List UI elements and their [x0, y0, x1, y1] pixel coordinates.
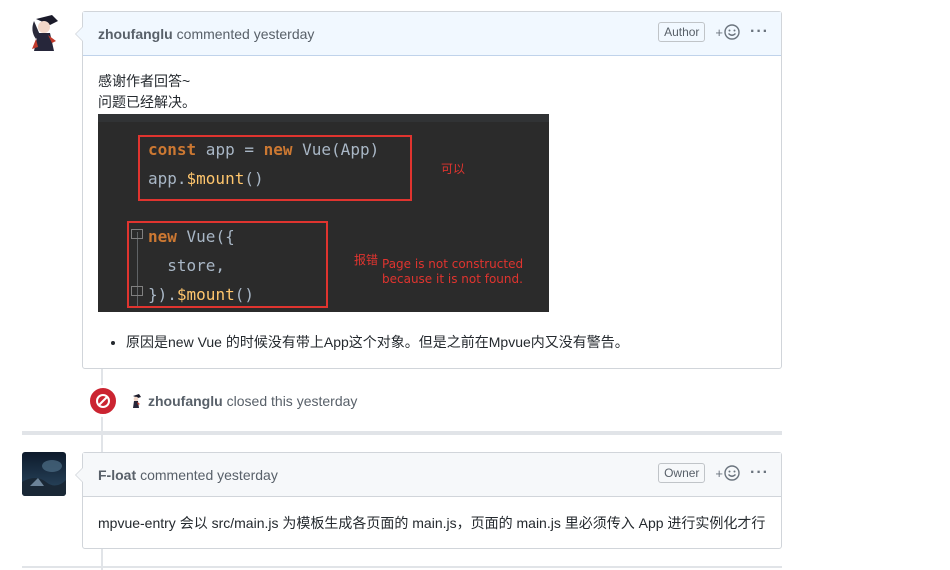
mini-avatar-icon[interactable]: [128, 393, 144, 409]
comment-body: 感谢作者回答~ 问题已经解决。 const app = new Vue(App)…: [83, 56, 781, 368]
event-author[interactable]: zhoufanglu: [148, 393, 223, 409]
add-reaction-button[interactable]: +: [715, 465, 740, 481]
kebab-icon[interactable]: ···: [750, 23, 769, 41]
fold-marker-icon: [131, 229, 143, 239]
closed-event: zhoufanglu closed this yesterday: [88, 385, 357, 417]
comment-header: F-loat commented yesterday Owner + ···: [75, 453, 781, 497]
avatar-f-loat[interactable]: [22, 452, 66, 496]
annotation-error: 报错: [354, 253, 379, 267]
smiley-icon: [724, 465, 740, 481]
comment-author[interactable]: F-loat: [98, 467, 136, 483]
event-text: closed this yesterday: [226, 393, 358, 409]
closed-badge: [88, 386, 118, 416]
plus-label: +: [715, 24, 724, 40]
code-line-3: new Vue({: [148, 227, 235, 246]
editor-top-bar: [98, 114, 549, 122]
comment-card-f-loat: F-loat commented yesterday Owner + ··· m…: [75, 452, 782, 549]
timeline-divider: [22, 431, 782, 435]
body-text: mpvue-entry 会以 src/main.js 为模板生成各页面的 mai…: [98, 515, 766, 531]
timeline-divider: [22, 566, 782, 568]
code-line-2: app.$mount(): [148, 169, 264, 188]
comment-card-zhoufanglu: zhoufanglu commented yesterday Author + …: [75, 11, 782, 369]
error-message-line-2: because it is not found.: [382, 272, 523, 286]
add-reaction-button[interactable]: +: [715, 24, 740, 40]
closed-icon: [96, 394, 110, 408]
comment-body: mpvue-entry 会以 src/main.js 为模板生成各页面的 mai…: [83, 497, 781, 549]
smiley-icon: [724, 24, 740, 40]
annotation-ok: 可以: [441, 162, 466, 176]
comment-timestamp[interactable]: commented yesterday: [140, 467, 278, 483]
error-message-line-1: Page is not constructed: [382, 257, 524, 271]
code-screenshot: const app = new Vue(App) app.$mount() ne…: [98, 114, 549, 312]
owner-badge: Owner: [658, 463, 706, 483]
kebab-icon[interactable]: ···: [750, 464, 769, 482]
code-line-4: store,: [148, 256, 226, 275]
fold-marker-icon: [131, 286, 143, 296]
plus-label: +: [715, 465, 724, 481]
comment-author[interactable]: zhoufanglu: [98, 26, 173, 42]
code-line-1: const app = new Vue(App): [148, 140, 380, 159]
author-badge: Author: [658, 22, 706, 42]
avatar-photo-icon: [22, 452, 66, 496]
avatar-zhoufanglu[interactable]: [22, 11, 66, 55]
body-line: 感谢作者回答~: [98, 73, 191, 89]
comment-timestamp[interactable]: commented yesterday: [177, 26, 315, 42]
body-line: 问题已经解决。: [98, 94, 196, 110]
comment-header: zhoufanglu commented yesterday Author + …: [75, 12, 781, 56]
list-item: 原因是new Vue 的时候没有带上App这个对象。但是之前在Mpvue内又没有…: [126, 332, 766, 353]
code-line-5: }).$mount(): [148, 285, 254, 304]
bullet-list: 原因是new Vue 的时候没有带上App这个对象。但是之前在Mpvue内又没有…: [98, 332, 766, 353]
avatar-illustration-icon: [22, 11, 66, 55]
